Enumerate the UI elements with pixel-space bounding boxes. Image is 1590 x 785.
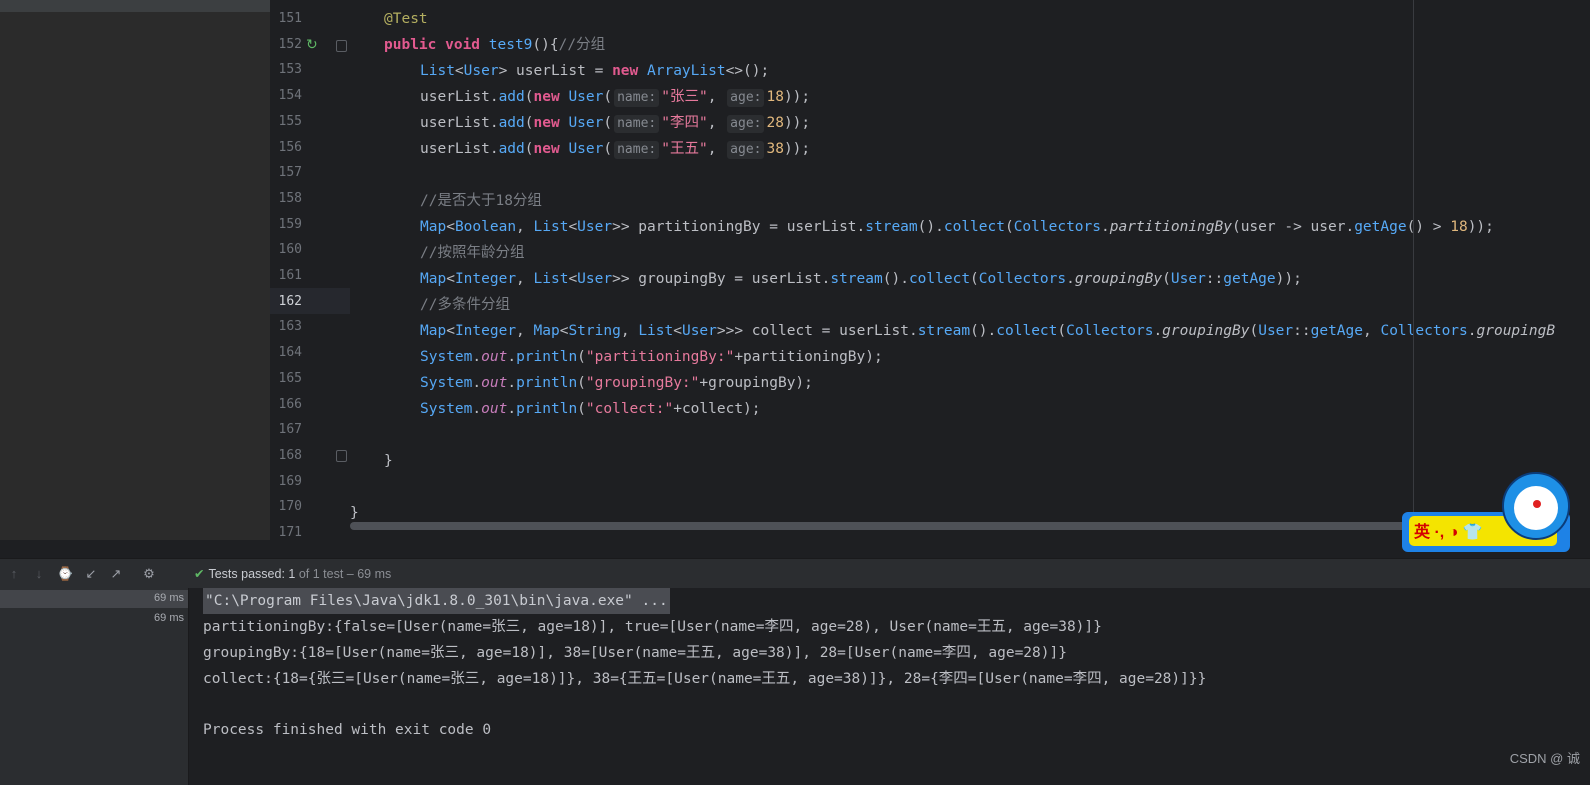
code-line-151: @Test	[384, 6, 428, 32]
param-hint-age: age:	[727, 115, 765, 133]
line-number: 170	[278, 499, 302, 515]
fold-marker-icon[interactable]	[336, 40, 347, 52]
horizontal-scrollbar[interactable]	[350, 522, 1410, 530]
code-line-166: System.out.println("collect:"+collect);	[420, 401, 761, 417]
param-hint-name: name:	[614, 89, 660, 107]
test-status: ✔ Tests passed: 1 of 1 test – 69 ms	[194, 566, 391, 581]
console-exit-line: Process finished with exit code 0	[203, 722, 492, 738]
line-number: 163	[278, 319, 302, 335]
code-editor[interactable]: @Test public void test9(){//分组 List<User…	[350, 0, 1590, 540]
doraemon-sticker: 英 ·, ◑ 👕	[1402, 472, 1590, 554]
code-line-161: Map<Integer, List<User>> groupingBy = us…	[420, 271, 1302, 287]
line-number: 151	[278, 11, 302, 26]
sticker-text: 英 ·, ◑ 👕	[1414, 524, 1483, 541]
expand-icon[interactable]: ↗	[108, 566, 124, 582]
project-panel	[0, 0, 270, 540]
status-count: 1	[288, 567, 296, 581]
console-line: groupingBy:{18=[User(name=张三, age=18)], …	[203, 645, 1067, 661]
line-number: 168	[278, 447, 302, 463]
param-hint-age: age:	[727, 89, 765, 107]
line-number: 164	[278, 345, 302, 361]
test-tree: 69 ms 69 ms	[0, 588, 189, 785]
code-line-162: //多条件分组	[420, 297, 510, 313]
console-line: collect:{18={张三=[User(name=张三, age=18)]}…	[203, 671, 1207, 687]
console-command-line: "C:\Program Files\Java\jdk1.8.0_301\bin\…	[203, 588, 670, 614]
console-line: partitioningBy:{false=[User(name=张三, age…	[203, 619, 1102, 635]
run-test-icon[interactable]: ↻	[306, 36, 318, 53]
param-hint-name: name:	[614, 141, 660, 159]
line-number: 154	[278, 88, 302, 104]
gear-icon[interactable]: ⚙	[141, 566, 157, 582]
line-number: 167	[278, 422, 302, 438]
test-tree-row-root[interactable]: 69 ms	[0, 590, 188, 608]
line-number: 171	[278, 525, 302, 540]
line-number: 161	[278, 268, 302, 283]
right-margin-guide	[1413, 0, 1414, 540]
annotation-test: @Test	[384, 11, 428, 27]
line-number: 157	[278, 165, 302, 181]
code-line-155: userList.add(new User(name: "李四", age: 28)…	[420, 115, 811, 133]
status-label: Tests passed:	[208, 567, 285, 581]
line-number: 156	[278, 139, 302, 155]
arrow-up-icon[interactable]: ↑	[6, 566, 22, 582]
param-hint-name: name:	[614, 115, 660, 133]
line-number: 159	[278, 216, 302, 232]
line-number: 165	[278, 370, 302, 386]
line-number: 160	[278, 242, 302, 258]
code-line-163: Map<Integer, Map<String, List<User>>> co…	[420, 323, 1556, 339]
csdn-watermark: CSDN @ 诚	[1509, 751, 1580, 766]
status-detail: of 1 test – 69 ms	[298, 567, 392, 581]
line-number: 153	[278, 62, 302, 78]
line-number: 162	[278, 293, 302, 309]
code-line-153: List<User> userList = new ArrayList<>();	[420, 63, 770, 79]
line-number: 155	[278, 113, 302, 129]
console-output[interactable]: "C:\Program Files\Java\jdk1.8.0_301\bin\…	[189, 588, 1590, 785]
arrow-down-icon[interactable]: ↓	[31, 566, 47, 582]
code-line-159: Map<Boolean, List<User>> partitioningBy …	[420, 219, 1494, 235]
code-line-158: //是否大于18分组	[420, 193, 542, 209]
history-icon[interactable]: ⌚	[57, 566, 73, 582]
line-number: 158	[278, 190, 302, 206]
code-line-152: public void test9(){//分组	[384, 37, 606, 53]
code-line-165: System.out.println("groupingBy:"+groupin…	[420, 375, 813, 391]
check-icon: ✔	[194, 567, 205, 581]
fold-marker-icon[interactable]	[336, 450, 347, 462]
project-panel-header	[0, 0, 270, 12]
param-hint-age: age:	[727, 141, 765, 159]
code-line-164: System.out.println("partitioningBy:"+par…	[420, 349, 883, 365]
line-number: 169	[278, 473, 302, 489]
code-line-154: userList.add(new User(name: "张三", age: 18)…	[420, 89, 811, 107]
code-line-160: //按照年龄分组	[420, 245, 525, 261]
collapse-icon[interactable]: ↙	[83, 566, 99, 582]
code-line-168: }	[384, 453, 393, 469]
test-tree-row-test9[interactable]: 69 ms	[0, 610, 188, 628]
line-number: 152	[278, 36, 302, 52]
code-line-156: userList.add(new User(name: "王五", age: 38)…	[420, 141, 811, 159]
line-number: 166	[278, 396, 302, 412]
